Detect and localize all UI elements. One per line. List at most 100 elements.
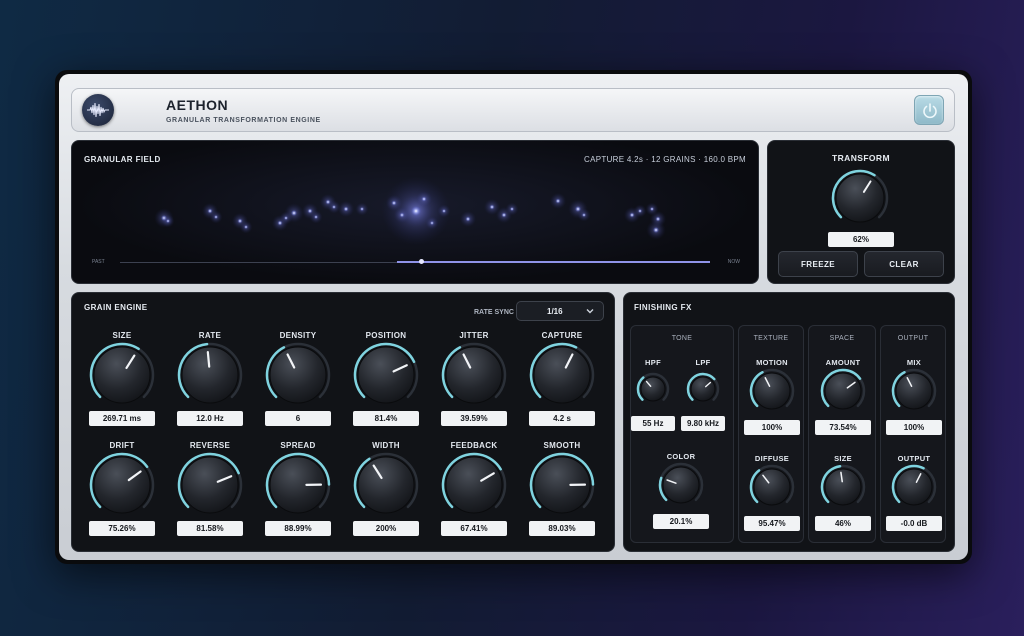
- knob-value: -0.0 dB: [886, 516, 942, 531]
- fx-section-title: OUTPUT: [897, 335, 929, 342]
- knob-dial[interactable]: [177, 342, 243, 408]
- fx-section-title: TEXTURE: [753, 335, 789, 342]
- timeline-fill: [397, 261, 710, 263]
- power-button[interactable]: [914, 95, 944, 125]
- knob-dial[interactable]: [353, 342, 419, 408]
- grain-dot: [166, 219, 170, 223]
- knob-label: JITTER: [459, 331, 489, 340]
- knob-body: [835, 173, 885, 223]
- knob-dial[interactable]: [529, 342, 595, 408]
- granular-field-panel[interactable]: GRANULAR FIELD CAPTURE 4.2s · 12 GRAINS …: [71, 140, 759, 284]
- transform-title: TRANSFORM: [832, 153, 890, 163]
- knob-dial[interactable]: [441, 342, 507, 408]
- knob-dial[interactable]: [749, 368, 795, 414]
- knob-value: 67.41%: [441, 521, 507, 536]
- knob-value: 39.59%: [441, 411, 507, 426]
- grain-dot: [360, 207, 364, 211]
- knob-label: DRIFT: [109, 441, 135, 450]
- knob-dial[interactable]: [891, 464, 937, 510]
- fx-knob-mix[interactable]: MIX 100%: [881, 358, 945, 448]
- knob-dial[interactable]: [89, 452, 155, 518]
- knob-feedback[interactable]: FEEDBACK 67.41%: [431, 441, 517, 543]
- knob-dial[interactable]: [89, 342, 155, 408]
- knob-body: [753, 372, 791, 410]
- grain-engine-title: GRAIN ENGINE: [84, 303, 148, 312]
- knob-dial[interactable]: [265, 342, 331, 408]
- knob-dial[interactable]: [891, 368, 937, 414]
- knob-label: WIDTH: [372, 441, 400, 450]
- knob-value: 100%: [886, 420, 942, 435]
- knob-label: MOTION: [756, 358, 788, 367]
- knob-smooth[interactable]: SMOOTH 89.03%: [519, 441, 605, 543]
- knob-value: 100%: [744, 420, 800, 435]
- knob-label: RATE: [198, 331, 222, 340]
- knob-body: [824, 468, 862, 506]
- knob-value: 20.1%: [653, 514, 709, 529]
- fx-knob-color[interactable]: COLOR 20.1%: [631, 452, 733, 542]
- grain-dot: [291, 210, 297, 216]
- transform-panel: TRANSFORM 62% FREEZE CLEAR: [767, 140, 955, 284]
- knob-position[interactable]: POSITION 81.4%: [343, 331, 429, 433]
- rate-sync-select[interactable]: 1/16: [516, 301, 604, 321]
- grain-dot: [465, 216, 471, 222]
- rate-sync-value: 1/16: [547, 307, 563, 316]
- fx-knob-amount[interactable]: AMOUNT 73.54%: [809, 358, 875, 448]
- knob-spread[interactable]: SPREAD 88.99%: [255, 441, 341, 543]
- knob-body: [690, 376, 716, 402]
- knob-dial[interactable]: [353, 452, 419, 518]
- knob-jitter[interactable]: JITTER 39.59%: [431, 331, 517, 433]
- knob-dial[interactable]: [529, 452, 595, 518]
- knob-body: [445, 456, 503, 514]
- fx-knob-diffuse[interactable]: DIFFUSE 95.47%: [739, 454, 803, 544]
- knob-label: SPREAD: [280, 441, 316, 450]
- knob-capture[interactable]: CAPTURE 4.2 s: [519, 331, 605, 433]
- knob-body: [181, 346, 239, 404]
- knob-value: 12.0 Hz: [177, 411, 243, 426]
- fx-section-title: SPACE: [829, 335, 855, 342]
- knob-value: 269.71 ms: [89, 411, 155, 426]
- waveform-icon: [82, 94, 114, 126]
- knob-size[interactable]: SIZE 269.71 ms: [79, 331, 165, 433]
- fx-knob-lpf[interactable]: LPF 9.80 kHz: [631, 358, 733, 448]
- timeline-past-label: PAST: [92, 259, 105, 265]
- knob-dial[interactable]: [749, 464, 795, 510]
- grain-dot: [442, 209, 446, 213]
- knob-value: 9.80 kHz: [681, 416, 725, 431]
- clear-button[interactable]: CLEAR: [864, 251, 944, 277]
- knob-dial[interactable]: [441, 452, 507, 518]
- knob-dial[interactable]: [265, 452, 331, 518]
- timeline-playhead[interactable]: [419, 259, 424, 264]
- rate-sync-label: RATE SYNC: [474, 309, 514, 316]
- knob-value: 73.54%: [815, 420, 871, 435]
- knob-body: [753, 468, 791, 506]
- knob-value: 4.2 s: [529, 411, 595, 426]
- knob-label: COLOR: [666, 452, 696, 461]
- knob-label: POSITION: [365, 331, 407, 340]
- transform-value: 62%: [828, 232, 894, 247]
- knob-drift[interactable]: DRIFT 75.26%: [79, 441, 165, 543]
- grain-dot: [343, 206, 349, 212]
- knob-density[interactable]: DENSITY 6: [255, 331, 341, 433]
- fx-knob-motion[interactable]: MOTION 100%: [739, 358, 803, 448]
- transform-knob[interactable]: [831, 169, 889, 227]
- knob-body: [269, 346, 327, 404]
- knob-reverse[interactable]: REVERSE 81.58%: [167, 441, 253, 543]
- plugin-window: AETHON GRANULAR TRANSFORMATION ENGINE GR…: [55, 70, 972, 564]
- knob-label: MIX: [906, 358, 922, 367]
- knob-dial[interactable]: [658, 462, 704, 508]
- knob-body: [824, 372, 862, 410]
- knob-dial[interactable]: [820, 464, 866, 510]
- knob-dial[interactable]: [820, 368, 866, 414]
- knob-width[interactable]: WIDTH 200%: [343, 441, 429, 543]
- knob-dial[interactable]: [177, 452, 243, 518]
- freeze-button[interactable]: FREEZE: [778, 251, 858, 277]
- knob-pointer: [206, 351, 211, 368]
- grain-dot: [430, 221, 434, 225]
- knob-dial[interactable]: [686, 372, 720, 406]
- knob-rate[interactable]: RATE 12.0 Hz: [167, 331, 253, 433]
- fx-knob-size[interactable]: SIZE 46%: [809, 454, 875, 544]
- grain-dot: [650, 207, 654, 211]
- grain-dot: [244, 225, 248, 229]
- grain-dot: [391, 200, 397, 206]
- fx-knob-output[interactable]: OUTPUT -0.0 dB: [881, 454, 945, 544]
